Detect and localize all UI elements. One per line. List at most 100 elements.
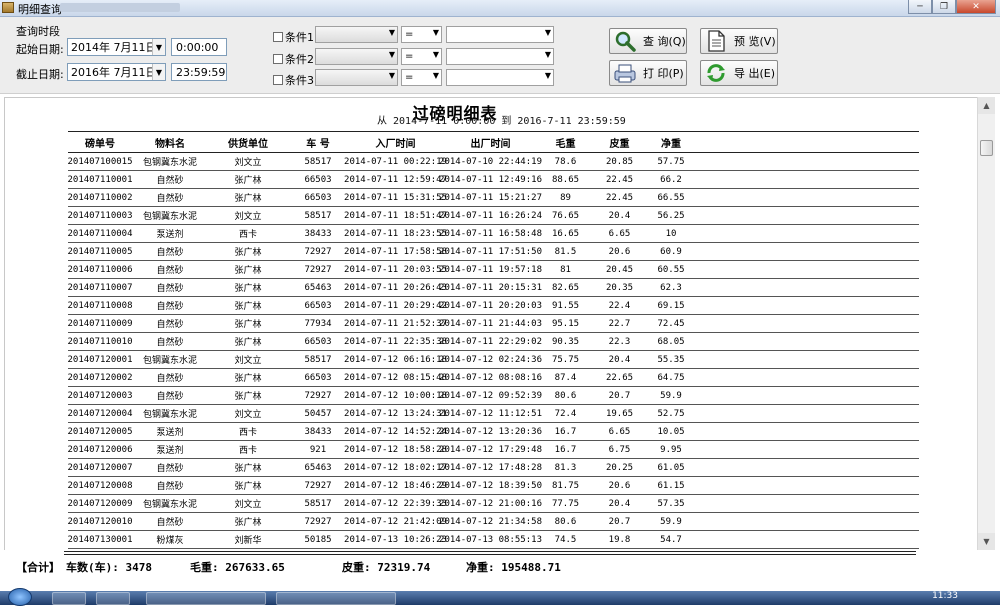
preview-button[interactable]: 预 览(V) [700,28,778,54]
start-time-input[interactable]: 0:00:00 [171,38,227,56]
cell-col-entry-time: 2014-07-12 22:39:33 [344,498,447,509]
print-button[interactable]: 打 印(P) [609,60,687,86]
cell-col-net: 57.75 [657,156,685,167]
document-icon [704,30,728,52]
header-col-plate: 车 号 [306,138,330,150]
taskbar-clock: 11:33 [932,591,958,601]
condition-3-value-select[interactable]: ▼ [446,69,554,86]
maximize-button[interactable]: ❐ [932,0,956,14]
table-row: 201407110006 自然砂 张广林 72927 2014-07-11 20:03:… [67,261,919,279]
cell-col-gross: 16.7 [554,426,577,437]
minimize-button[interactable]: ─ [908,0,932,14]
condition-1-operator-select[interactable]: = ▼ [401,26,442,43]
cell-col-net: 57.35 [657,498,685,509]
cell-col-tare: 20.6 [608,480,631,491]
end-time-input[interactable]: 23:59:59 [171,63,227,81]
chevron-down-icon[interactable]: ▼ [152,39,165,55]
table-row: 201407110010 自然砂 张广林 66503 2014-07-11 22:35:… [67,333,919,351]
cell-col-gross: 81 [560,264,571,275]
cell-col-exit-time: 2014-07-13 08:55:13 [439,534,542,545]
export-button[interactable]: 导 出(E) [700,60,778,86]
cell-col-supplier: 刘文立 [234,356,262,366]
cell-col-entry-time: 2014-07-11 17:58:58 [344,246,447,257]
condition-1-value-select[interactable]: ▼ [446,26,554,43]
cell-col-plate: 65463 [304,282,332,293]
cell-col-tare: 22.45 [605,174,634,185]
cell-col-plate: 66503 [304,174,332,185]
cell-col-exit-time: 2014-07-12 18:39:50 [439,480,542,491]
cell-col-entry-time: 2014-07-13 10:26:23 [344,534,447,545]
cell-col-bill-no: 201407110006 [67,264,133,275]
condition-3[interactable]: 条件3 [273,72,314,88]
taskbar-folder-item[interactable] [96,592,130,605]
condition-2-checkbox[interactable] [273,54,283,64]
query-button-label: 查 询(Q) [643,35,686,48]
period-group-label: 查询时段 [16,25,60,38]
start-date-picker[interactable]: 2014年 7月11日 ▼ [67,38,166,56]
scroll-up-icon[interactable]: ▲ [978,97,995,114]
header-col-material: 物料名 [155,138,185,150]
cell-col-plate: 38433 [304,426,332,437]
cell-col-plate: 58517 [304,156,332,167]
condition-2[interactable]: 条件2 [273,51,314,67]
blurred-title-info [60,3,180,12]
cell-col-bill-no: 201407110005 [67,246,133,257]
scroll-thumb[interactable] [980,140,993,156]
cell-col-entry-time: 2014-07-12 10:00:18 [344,390,447,401]
cell-col-net: 61.15 [657,480,685,491]
cell-col-bill-no: 201407120010 [67,516,133,527]
cell-col-plate: 66503 [304,372,332,383]
chevron-down-icon: ▼ [432,50,439,59]
query-button[interactable]: 查 询(Q) [609,28,687,54]
cell-col-entry-time: 2014-07-12 18:02:17 [344,462,447,473]
cell-col-tare: 19.65 [605,408,634,419]
condition-1-field-select[interactable]: ▼ [315,26,398,43]
end-date-picker[interactable]: 2016年 7月11日 ▼ [67,63,166,81]
cell-col-tare: 20.45 [605,264,634,275]
close-button[interactable]: ✕ [956,0,996,14]
cell-col-tare: 20.25 [605,462,634,473]
cell-col-bill-no: 201407110004 [67,228,133,239]
cell-col-supplier: 张广林 [234,374,262,384]
cell-col-supplier: 张广林 [234,176,262,186]
vertical-scrollbar[interactable]: ▲ ▼ [977,97,995,550]
chevron-down-icon[interactable]: ▼ [152,64,165,80]
cell-col-supplier: 西卡 [238,428,257,438]
cell-col-material: 自然砂 [156,482,184,492]
cell-col-net: 72.45 [657,318,685,329]
taskbar-ie-item[interactable] [52,592,86,605]
condition-2-field-select[interactable]: ▼ [315,48,398,65]
cell-col-plate: 72927 [304,390,332,401]
export-button-label: 导 出(E) [734,67,776,80]
cell-col-bill-no: 201407130001 [67,534,133,545]
condition-3-checkbox[interactable] [273,75,283,85]
app-icon [2,2,14,13]
cell-col-entry-time: 2014-07-12 13:24:31 [344,408,447,419]
chevron-down-icon: ▼ [432,71,439,80]
start-time-value: 0:00:00 [176,40,219,54]
taskbar-app-item[interactable] [276,592,396,605]
taskbar-app-item[interactable] [146,592,266,605]
cell-col-entry-time: 2014-07-11 18:23:55 [344,228,447,239]
cell-col-supplier: 张广林 [234,266,262,276]
scroll-down-icon[interactable]: ▼ [978,533,995,550]
summary-count: 车数(车): 3478 [66,561,152,574]
condition-2-value-select[interactable]: ▼ [446,48,554,65]
condition-1-checkbox[interactable] [273,32,283,42]
condition-3-field-select[interactable]: ▼ [315,69,398,86]
summary-gross: 毛重: 267633.65 [190,561,285,574]
cell-col-gross: 74.5 [554,534,577,545]
cell-col-material: 自然砂 [156,284,184,294]
refresh-export-icon [704,62,728,84]
cell-col-material: 包钢冀东水泥 [142,356,197,366]
cell-col-bill-no: 201407100015 [67,156,133,167]
cell-col-bill-no: 201407110001 [67,174,133,185]
cell-col-entry-time: 2014-07-12 06:16:18 [344,354,447,365]
cell-col-supplier: 张广林 [234,482,262,492]
cell-col-supplier: 张广林 [234,320,262,330]
start-orb-icon[interactable] [8,588,32,606]
condition-3-operator-select[interactable]: = ▼ [401,69,442,86]
condition-2-operator-select[interactable]: = ▼ [401,48,442,65]
cell-col-net: 55.35 [657,354,685,365]
condition-1[interactable]: 条件1 [273,29,314,45]
